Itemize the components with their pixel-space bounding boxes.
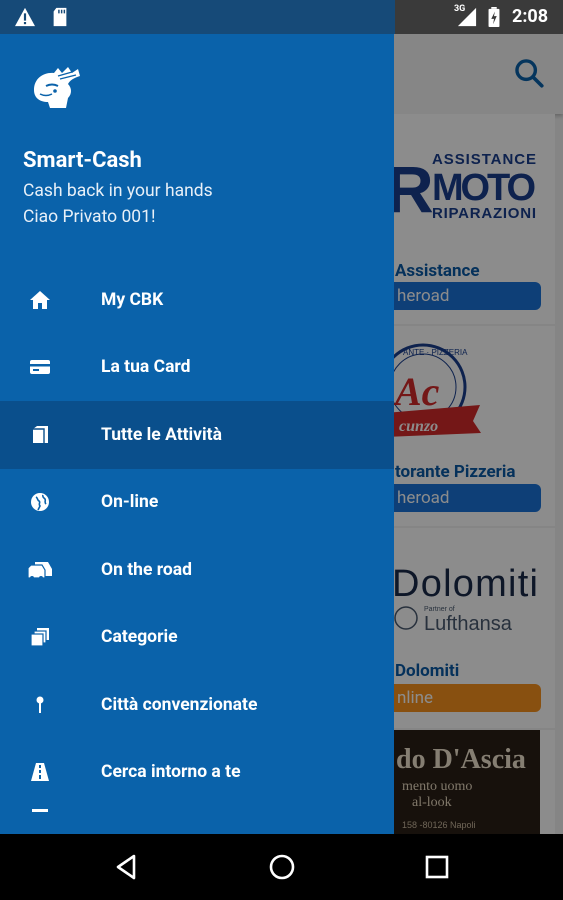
back-button[interactable] <box>112 852 142 882</box>
pin-icon <box>36 696 44 713</box>
menu-item-on-line[interactable]: On-line <box>0 469 394 537</box>
app-tagline: Cash back in your hands <box>23 181 213 201</box>
menu-item-tutte-le-attivita[interactable]: Tutte le Attività <box>0 401 394 469</box>
navigation-drawer: Smart-Cash Cash back in your hands Ciao … <box>0 34 394 834</box>
drawer-menu: My CBK La tua Card Tutte le Attività On-… <box>0 266 394 834</box>
home-button[interactable] <box>267 852 297 882</box>
menu-item-label: On the road <box>101 559 192 580</box>
credit-card-icon <box>30 360 50 375</box>
home-icon <box>30 290 50 309</box>
layers-icon <box>30 628 49 647</box>
menu-item-my-cbk[interactable]: My CBK <box>0 266 394 334</box>
system-nav-bar <box>0 834 563 900</box>
battery-charging-icon <box>488 7 500 27</box>
menu-item-on-the-road[interactable]: On the road <box>0 536 394 604</box>
menu-item-label: Cerca intorno a te <box>101 762 241 783</box>
drawer-header: Smart-Cash Cash back in your hands Ciao … <box>0 34 394 256</box>
shopping-bag-icon <box>33 425 48 443</box>
menu-item-label: On-line <box>101 492 159 513</box>
menu-item-cerca-intorno-a-te[interactable]: Cerca intorno a te <box>0 739 394 807</box>
sd-card-icon <box>53 7 67 27</box>
menu-item-categorie[interactable]: Categorie <box>0 604 394 672</box>
warning-icon <box>15 7 35 27</box>
menu-item-la-tua-card[interactable]: La tua Card <box>0 334 394 402</box>
app-name: Smart-Cash <box>23 148 142 173</box>
road-icon <box>31 763 49 782</box>
menu-item-label: Città convenzionate <box>101 694 258 715</box>
generic-icon <box>32 809 48 812</box>
car-icon <box>27 561 52 580</box>
menu-item-label: La tua Card <box>101 357 191 378</box>
menu-item-partial[interactable] <box>0 806 394 834</box>
user-greeting: Ciao Privato 001! <box>23 207 156 227</box>
menu-item-citta-convenzionate[interactable]: Città convenzionate <box>0 671 394 739</box>
signal-icon <box>457 7 477 27</box>
menu-item-label: Categorie <box>101 627 178 648</box>
recents-button[interactable] <box>422 852 452 882</box>
menu-item-label: My CBK <box>101 289 164 310</box>
menu-item-label: Tutte le Attività <box>101 424 222 445</box>
globe-icon <box>31 493 49 512</box>
clock: 2:08 <box>512 6 549 27</box>
status-bar: 3G 2:08 <box>0 0 563 34</box>
hermes-logo-icon <box>34 67 80 108</box>
